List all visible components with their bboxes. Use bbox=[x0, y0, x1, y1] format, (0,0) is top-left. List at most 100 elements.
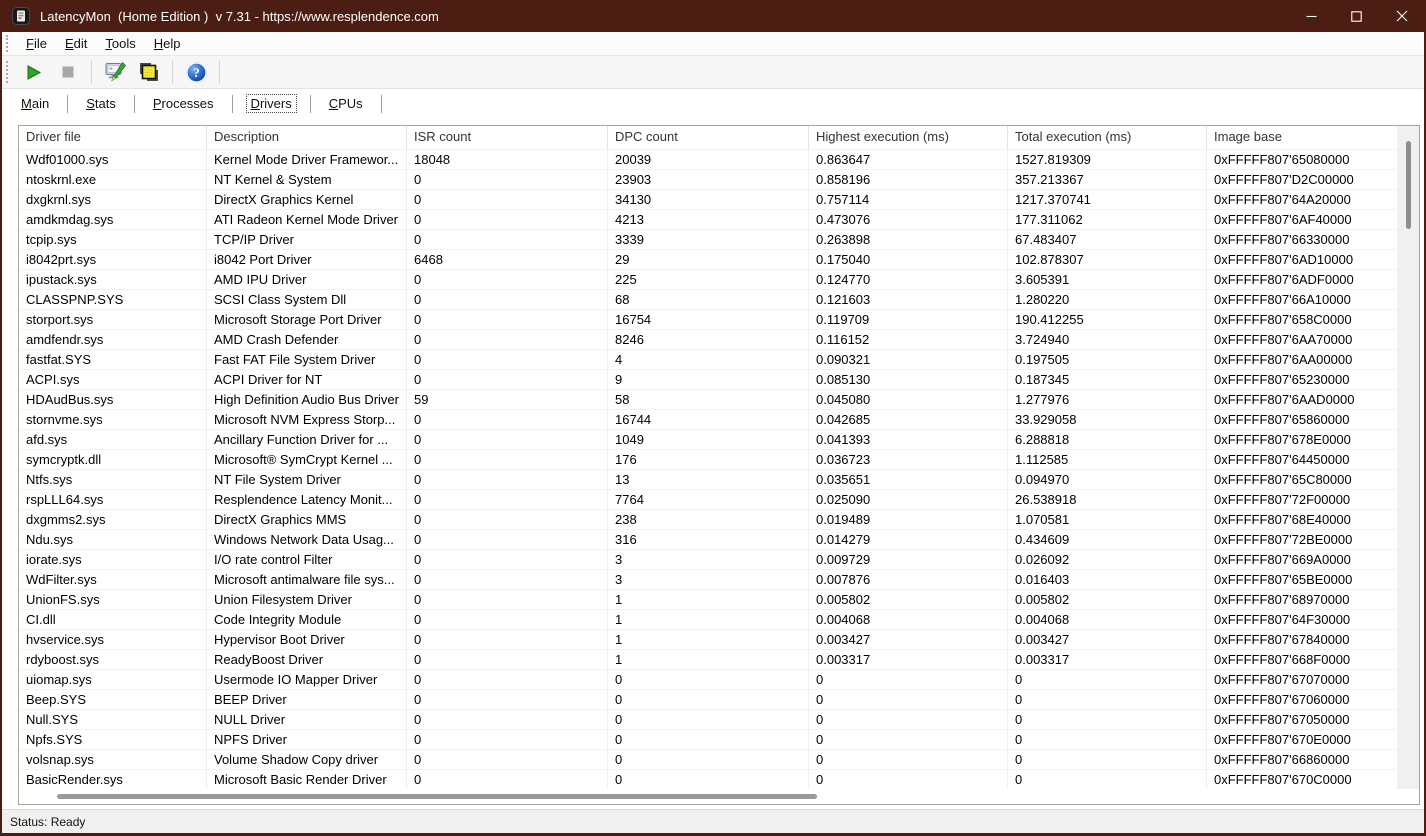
table-row[interactable]: afd.sysAncillary Function Driver for ...… bbox=[19, 429, 1397, 449]
table-row[interactable]: volsnap.sysVolume Shadow Copy driver0000… bbox=[19, 749, 1397, 769]
table-row[interactable]: amdkmdag.sysATI Radeon Kernel Mode Drive… bbox=[19, 209, 1397, 229]
table-row[interactable]: hvservice.sysHypervisor Boot Driver010.0… bbox=[19, 629, 1397, 649]
horizontal-scrollbar[interactable] bbox=[19, 789, 1419, 804]
menu-edit[interactable]: Edit bbox=[56, 34, 96, 53]
cell-image-base: 0xFFFFF807'64450000 bbox=[1207, 450, 1397, 469]
maximize-button[interactable] bbox=[1334, 0, 1379, 32]
tab-drivers[interactable]: Drivers bbox=[236, 90, 307, 117]
cell-driver-file: i8042prt.sys bbox=[19, 250, 207, 269]
table-row[interactable]: storport.sysMicrosoft Storage Port Drive… bbox=[19, 309, 1397, 329]
cell-isr-count: 0 bbox=[407, 210, 608, 229]
table-row[interactable]: BasicRender.sysMicrosoft Basic Render Dr… bbox=[19, 769, 1397, 789]
tab-separator bbox=[310, 95, 311, 113]
stacked-windows-button[interactable] bbox=[135, 58, 163, 86]
table-row[interactable]: stornvme.sysMicrosoft NVM Express Storp.… bbox=[19, 409, 1397, 429]
table-row[interactable]: HDAudBus.sysHigh Definition Audio Bus Dr… bbox=[19, 389, 1397, 409]
toolbar-gripper[interactable] bbox=[6, 61, 11, 83]
table-row[interactable]: rspLLL64.sysResplendence Latency Monit..… bbox=[19, 489, 1397, 509]
close-button[interactable] bbox=[1379, 0, 1424, 32]
driver-table-body: Wdf01000.sysKernel Mode Driver Framewor.… bbox=[19, 149, 1397, 789]
cell-dpc-count: 3339 bbox=[608, 230, 809, 249]
cell-driver-file: WdFilter.sys bbox=[19, 570, 207, 589]
cell-image-base: 0xFFFFF807'670E0000 bbox=[1207, 730, 1397, 749]
stacked-windows-icon bbox=[138, 61, 160, 83]
cell-isr-count: 0 bbox=[407, 470, 608, 489]
cell-highest-execution: 0.019489 bbox=[809, 510, 1008, 529]
table-row[interactable]: i8042prt.sysi8042 Port Driver6468290.175… bbox=[19, 249, 1397, 269]
cell-driver-file: hvservice.sys bbox=[19, 630, 207, 649]
start-monitor-button[interactable] bbox=[20, 58, 48, 86]
cell-highest-execution: 0.035651 bbox=[809, 470, 1008, 489]
column-header-highest-execution[interactable]: Highest execution (ms) bbox=[809, 126, 1008, 149]
table-row[interactable]: Wdf01000.sysKernel Mode Driver Framewor.… bbox=[19, 149, 1397, 169]
cell-isr-count: 0 bbox=[407, 650, 608, 669]
menu-bar: File Edit Tools Help bbox=[2, 32, 1424, 56]
menu-file[interactable]: File bbox=[17, 34, 56, 53]
menu-help[interactable]: Help bbox=[145, 34, 190, 53]
cell-dpc-count: 4213 bbox=[608, 210, 809, 229]
table-row[interactable]: amdfendr.sysAMD Crash Defender082460.116… bbox=[19, 329, 1397, 349]
cell-dpc-count: 20039 bbox=[608, 150, 809, 169]
cell-description: DirectX Graphics Kernel bbox=[207, 190, 407, 209]
cell-dpc-count: 0 bbox=[608, 770, 809, 789]
monitor-pen-icon bbox=[103, 60, 127, 84]
cell-image-base: 0xFFFFF807'65230000 bbox=[1207, 370, 1397, 389]
cell-description: ReadyBoost Driver bbox=[207, 650, 407, 669]
column-header-driver-file[interactable]: Driver file bbox=[19, 126, 207, 149]
menu-tools[interactable]: Tools bbox=[96, 34, 144, 53]
cell-description: AMD Crash Defender bbox=[207, 330, 407, 349]
table-row[interactable]: ntoskrnl.exeNT Kernel & System0239030.85… bbox=[19, 169, 1397, 189]
toolbar-separator bbox=[172, 60, 173, 84]
cell-highest-execution: 0.116152 bbox=[809, 330, 1008, 349]
column-header-isr-count[interactable]: ISR count bbox=[407, 126, 608, 149]
stop-monitor-button[interactable] bbox=[54, 58, 82, 86]
cell-isr-count: 0 bbox=[407, 550, 608, 569]
cell-highest-execution: 0.041393 bbox=[809, 430, 1008, 449]
column-header-total-execution[interactable]: Total execution (ms) bbox=[1008, 126, 1207, 149]
tab-bar: Main Stats Processes Drivers CPUs bbox=[2, 89, 1424, 118]
cell-isr-count: 0 bbox=[407, 490, 608, 509]
vertical-scrollbar[interactable] bbox=[1397, 126, 1419, 789]
minimize-button[interactable] bbox=[1289, 0, 1334, 32]
table-row[interactable]: WdFilter.sysMicrosoft antimalware file s… bbox=[19, 569, 1397, 589]
cell-description: NULL Driver bbox=[207, 710, 407, 729]
column-header-image-base[interactable]: Image base bbox=[1207, 126, 1397, 149]
cell-isr-count: 0 bbox=[407, 350, 608, 369]
column-header-dpc-count[interactable]: DPC count bbox=[608, 126, 809, 149]
tab-cpus[interactable]: CPUs bbox=[314, 90, 378, 117]
cell-image-base: 0xFFFFF807'68E40000 bbox=[1207, 510, 1397, 529]
tab-main[interactable]: Main bbox=[6, 90, 64, 117]
table-row[interactable]: Ntfs.sysNT File System Driver0130.035651… bbox=[19, 469, 1397, 489]
table-row[interactable]: ACPI.sysACPI Driver for NT090.0851300.18… bbox=[19, 369, 1397, 389]
cell-image-base: 0xFFFFF807'66A10000 bbox=[1207, 290, 1397, 309]
report-options-button[interactable] bbox=[101, 58, 129, 86]
table-row[interactable]: UnionFS.sysUnion Filesystem Driver010.00… bbox=[19, 589, 1397, 609]
table-row[interactable]: iorate.sysI/O rate control Filter030.009… bbox=[19, 549, 1397, 569]
vertical-scrollbar-thumb[interactable] bbox=[1406, 141, 1411, 229]
table-row[interactable]: fastfat.SYSFast FAT File System Driver04… bbox=[19, 349, 1397, 369]
table-row[interactable]: Npfs.SYSNPFS Driver00000xFFFFF807'670E00… bbox=[19, 729, 1397, 749]
table-row[interactable]: tcpip.sysTCP/IP Driver033390.26389867.48… bbox=[19, 229, 1397, 249]
table-row[interactable]: rdyboost.sysReadyBoost Driver010.0033170… bbox=[19, 649, 1397, 669]
table-row[interactable]: CLASSPNP.SYSSCSI Class System Dll0680.12… bbox=[19, 289, 1397, 309]
help-button[interactable]: ? bbox=[182, 58, 210, 86]
table-row[interactable]: symcryptk.dllMicrosoft® SymCrypt Kernel … bbox=[19, 449, 1397, 469]
table-row[interactable]: uiomap.sysUsermode IO Mapper Driver00000… bbox=[19, 669, 1397, 689]
menubar-gripper[interactable] bbox=[6, 35, 11, 51]
tab-stats[interactable]: Stats bbox=[71, 90, 131, 117]
cell-highest-execution: 0.119709 bbox=[809, 310, 1008, 329]
table-row[interactable]: Ndu.sysWindows Network Data Usag...03160… bbox=[19, 529, 1397, 549]
tab-processes[interactable]: Processes bbox=[138, 90, 229, 117]
table-row[interactable]: ipustack.sysAMD IPU Driver02250.1247703.… bbox=[19, 269, 1397, 289]
table-row[interactable]: CI.dllCode Integrity Module010.0040680.0… bbox=[19, 609, 1397, 629]
cell-image-base: 0xFFFFF807'658C0000 bbox=[1207, 310, 1397, 329]
cell-total-execution: 3.724940 bbox=[1008, 330, 1207, 349]
column-header-description[interactable]: Description bbox=[207, 126, 407, 149]
table-row[interactable]: Beep.SYSBEEP Driver00000xFFFFF807'670600… bbox=[19, 689, 1397, 709]
table-row[interactable]: dxgkrnl.sysDirectX Graphics Kernel034130… bbox=[19, 189, 1397, 209]
tab-separator bbox=[67, 95, 68, 113]
tab-separator bbox=[381, 95, 382, 113]
table-row[interactable]: Null.SYSNULL Driver00000xFFFFF807'670500… bbox=[19, 709, 1397, 729]
horizontal-scrollbar-thumb[interactable] bbox=[57, 794, 817, 799]
table-row[interactable]: dxgmms2.sysDirectX Graphics MMS02380.019… bbox=[19, 509, 1397, 529]
